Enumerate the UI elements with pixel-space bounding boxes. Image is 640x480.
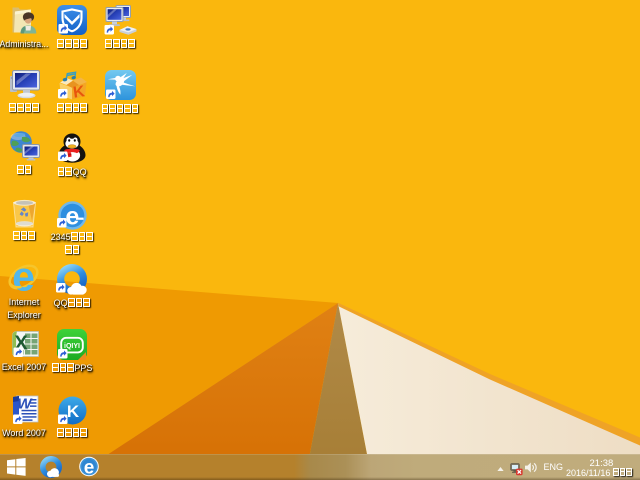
svg-text:iQIYI: iQIYI [64, 343, 80, 350]
svg-text:e: e [12, 264, 35, 294]
svg-text:K: K [66, 402, 79, 421]
svg-text:e: e [84, 458, 95, 478]
svg-text:W: W [17, 395, 33, 412]
svg-text:e: e [65, 202, 79, 229]
